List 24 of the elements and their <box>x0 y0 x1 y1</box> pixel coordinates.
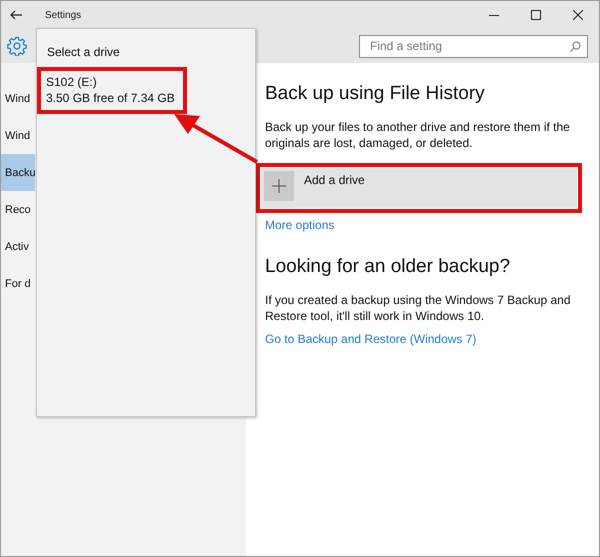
backup-restore-link[interactable]: Go to Backup and Restore (Windows 7) <box>265 332 476 346</box>
add-drive-button[interactable]: Add a drive <box>261 168 577 208</box>
section-heading: Back up using File History <box>265 83 486 105</box>
maximize-icon <box>531 10 541 20</box>
search-icon <box>570 40 581 52</box>
search-field[interactable]: Find a setting <box>359 34 588 58</box>
flyout-title: Select a drive <box>47 45 121 59</box>
sidebar-item[interactable]: Reco <box>1 191 35 228</box>
sidebar-item[interactable]: Activ <box>1 228 35 265</box>
sidebar-item[interactable]: For d <box>1 265 35 302</box>
minimize-icon <box>489 14 499 16</box>
drive-item[interactable]: S102 (E:) 3.50 GB free of 7.34 GB <box>41 71 183 110</box>
section-heading: Looking for an older backup? <box>265 256 512 278</box>
back-arrow-icon <box>10 10 22 20</box>
description-text: Back up your files to another drive and restore them if the originals are lost, damaged, or deleted. <box>265 119 571 151</box>
window-title: Settings <box>45 10 82 20</box>
plus-icon <box>264 171 294 201</box>
more-options-link[interactable]: More options <box>265 218 334 232</box>
sidebar-item[interactable]: Wind <box>1 117 35 154</box>
sidebar-item[interactable]: Backu <box>1 154 35 191</box>
description-text: If you created a backup using the Windows 7 Backup and Restore tool, it'll still work in Windows 10. <box>265 292 572 324</box>
close-icon <box>573 10 583 20</box>
settings-icon <box>7 36 27 56</box>
sidebar-item[interactable]: Wind <box>1 80 35 117</box>
